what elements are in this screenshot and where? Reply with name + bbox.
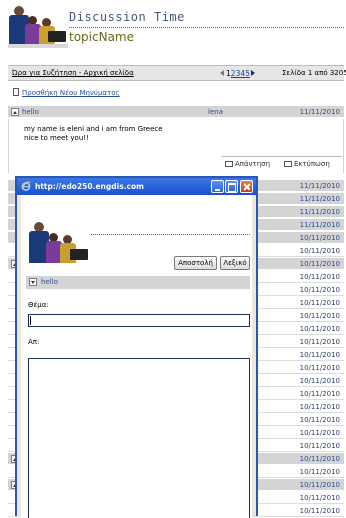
message-body-input[interactable] [28,358,250,518]
expand-toggle-icon[interactable] [29,278,37,286]
row-date: 10/11/2010 [299,416,340,424]
new-document-icon [13,88,19,96]
navigation-bar: Ώρα για Συζήτηση - Αρχική σελίδα 12345 Σ… [8,65,346,81]
row-date: 11/11/2010 [299,208,340,216]
popup-title: http://edo250.engdis.com [35,182,144,191]
row-date: 10/11/2010 [299,390,340,398]
print-label: Εκτύπωση [294,160,330,168]
thread-author: lena [208,108,223,116]
row-date: 10/11/2010 [299,312,340,320]
thread-body: my name is eleni and i am from Greece ni… [8,119,344,173]
home-link[interactable]: Ώρα για Συζήτηση - Αρχική σελίδα [12,69,134,77]
row-date: 10/11/2010 [299,273,340,281]
reply-context-row: hello [26,276,250,289]
popup-titlebar[interactable]: http://edo250.engdis.com [17,178,256,195]
row-date: 10/11/2010 [299,455,340,463]
app-title: Discussion Time [69,10,185,24]
topic-name: topicName [69,30,134,44]
new-message-link[interactable]: Προσθήκη Νέου Μηνύματος [22,89,120,97]
reply-popup-window: http://edo250.engdis.com Αποστολή Λεξικό… [15,176,258,518]
message-line: my name is eleni and i am from Greece [24,125,163,133]
row-date: 10/11/2010 [299,247,340,255]
header-people-image [8,4,68,48]
row-date: 10/11/2010 [299,468,340,476]
print-icon [284,161,292,167]
pager: 12345 [220,69,255,78]
row-date: 11/11/2010 [299,221,340,229]
reply-icon [225,161,233,167]
row-date: 10/11/2010 [299,507,340,515]
row-date: 10/11/2010 [299,299,340,307]
popup-content: Αποστολή Λεξικό hello Θέμα: Απ: [21,195,252,518]
row-date: 10/11/2010 [299,403,340,411]
thread-header-row[interactable]: hello lena 11/11/2010 [8,106,344,118]
popup-people-image [28,220,90,266]
row-date: 10/11/2010 [299,286,340,294]
close-button[interactable] [240,180,253,193]
thread-date: 11/11/2010 [299,108,340,116]
row-date: 10/11/2010 [299,481,340,489]
row-date: 11/11/2010 [299,182,340,190]
row-date: 11/11/2010 [299,195,340,203]
print-button[interactable]: Εκτύπωση [284,160,330,168]
row-date: 10/11/2010 [299,442,340,450]
page-5[interactable]: 5 [245,69,250,78]
row-date: 10/11/2010 [299,234,340,242]
header-divider [69,27,344,28]
internet-explorer-icon [21,181,31,191]
next-page-icon[interactable] [250,70,255,76]
row-date: 10/11/2010 [299,377,340,385]
row-date: 10/11/2010 [299,260,340,268]
page-info: Σελίδα 1 από 3205 [282,69,346,77]
row-date: 10/11/2010 [299,338,340,346]
collapse-toggle-icon[interactable] [11,108,19,116]
row-date: 10/11/2010 [299,494,340,502]
row-date: 10/11/2010 [299,325,340,333]
prev-page-icon[interactable] [220,70,224,76]
row-date: 10/11/2010 [299,429,340,437]
row-date: 10/11/2010 [299,351,340,359]
from-label: Απ: [28,338,40,346]
message-actions: Απάντηση Εκτύπωση [221,156,342,170]
minimize-button[interactable] [211,180,224,193]
maximize-button[interactable] [225,180,238,193]
row-date: 10/11/2010 [299,364,340,372]
dictionary-button[interactable]: Λεξικό [220,256,250,270]
text-cursor [30,316,31,325]
message-line: nice to meet you!! [24,134,89,142]
reply-label: Απάντηση [235,160,271,168]
popup-header-divider [91,234,250,235]
subject-label: Θέμα: [28,301,49,309]
send-button[interactable]: Αποστολή [174,256,217,270]
subject-input[interactable] [28,314,250,327]
thread-subject[interactable]: hello [22,108,39,116]
reply-context-subject: hello [41,278,58,286]
reply-button[interactable]: Απάντηση [225,160,270,168]
